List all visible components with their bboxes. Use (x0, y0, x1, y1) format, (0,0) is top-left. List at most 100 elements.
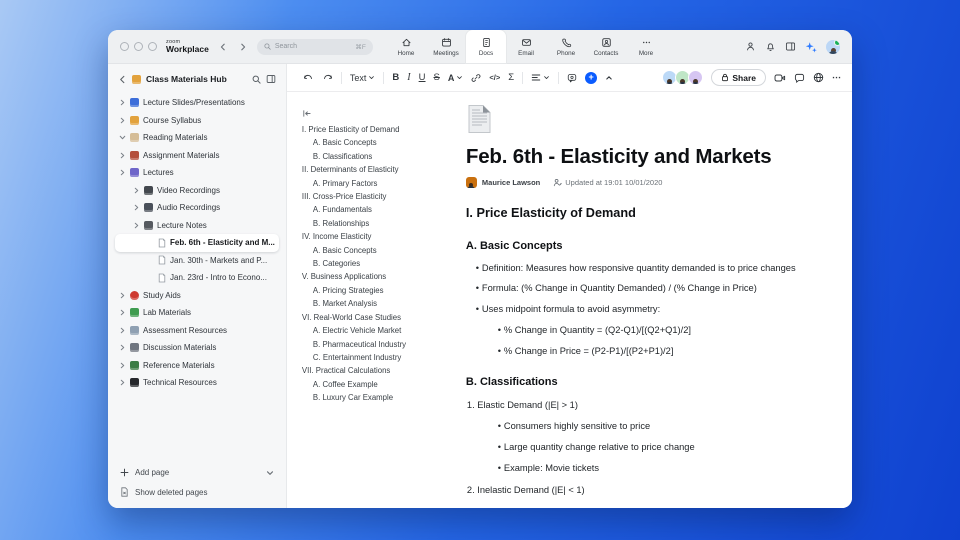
tree-item[interactable]: Video Recordings (115, 182, 279, 200)
doc-paragraph[interactable]: • Definition: Measures how responsive qua… (466, 263, 810, 273)
comment-icon[interactable] (567, 73, 577, 83)
outline-item[interactable]: B. Market Analysis (302, 297, 452, 310)
profile-icon[interactable] (745, 41, 756, 52)
chevron-down-icon[interactable] (266, 469, 274, 477)
nav-back-icon[interactable] (219, 43, 227, 51)
window-controls[interactable] (108, 42, 157, 51)
tree-item[interactable]: Lecture Slides/Presentations (115, 94, 279, 112)
outline-item[interactable]: III. Cross-Price Elasticity (302, 190, 452, 203)
outline-item[interactable]: A. Basic Concepts (302, 136, 452, 149)
more-options-icon[interactable]: ⋯ (832, 72, 842, 83)
redo-icon[interactable] (322, 73, 333, 83)
outline-item[interactable]: A. Fundamentals (302, 203, 452, 216)
bold-button[interactable]: B (392, 72, 399, 83)
chevron-right-icon[interactable] (132, 222, 140, 229)
chevron-right-icon[interactable] (118, 362, 126, 369)
collaborator-avatars[interactable] (662, 70, 704, 85)
sidebar-panel-icon[interactable] (266, 74, 276, 84)
document-title[interactable]: Feb. 6th - Elasticity and Markets (466, 145, 810, 169)
side-panel-icon[interactable] (785, 41, 796, 52)
outline-item[interactable]: A. Pricing Strategies (302, 284, 452, 297)
chevron-right-icon[interactable] (118, 309, 126, 316)
globe-icon[interactable] (813, 72, 824, 83)
chevron-right-icon[interactable] (118, 152, 126, 159)
doc-paragraph[interactable]: • Example: Movie tickets (466, 463, 810, 473)
outline-item[interactable]: B. Relationships (302, 217, 452, 230)
strikethrough-button[interactable]: S (434, 72, 440, 83)
doc-paragraph[interactable]: 1. Elastic Demand (|E| > 1) (466, 400, 810, 410)
equation-icon[interactable]: Σ (508, 72, 514, 83)
sidebar-search-icon[interactable] (252, 75, 261, 84)
outline-item[interactable]: A. Coffee Example (302, 378, 452, 391)
doc-paragraph[interactable]: •% Change in Quantity = (Q2-Q1)/[(Q2+Q1)… (466, 325, 810, 335)
text-color-dropdown[interactable]: A (448, 73, 464, 83)
chevron-right-icon[interactable] (132, 187, 140, 194)
tree-item[interactable]: Reference Materials (115, 357, 279, 375)
doc-paragraph[interactable]: 2. Inelastic Demand (|E| < 1) (466, 485, 810, 495)
chevron-right-icon[interactable] (118, 169, 126, 176)
chevron-right-icon[interactable] (118, 327, 126, 334)
outline-item[interactable]: A. Electric Vehicle Market (302, 324, 452, 337)
tree-item-selected[interactable]: Feb. 6th - Elasticity and M... (115, 234, 279, 252)
tree-item[interactable]: Assessment Resources (115, 322, 279, 340)
add-page-button[interactable]: Add page (120, 468, 274, 477)
outline-item[interactable]: IV. Income Elasticity (302, 230, 452, 243)
doc-paragraph[interactable]: • Consumers highly sensitive to price (466, 421, 810, 431)
tree-item[interactable]: Discussion Materials (115, 339, 279, 357)
notifications-bell-icon[interactable] (765, 41, 776, 52)
collapse-toolbar-icon[interactable] (605, 74, 613, 82)
chevron-right-icon[interactable] (118, 344, 126, 351)
tree-item[interactable]: Study Aids (115, 287, 279, 305)
chevron-right-icon[interactable] (118, 99, 126, 106)
tree-item[interactable]: Jan. 23rd - Intro to Econo... (115, 269, 279, 287)
insert-block-button[interactable]: + (585, 71, 598, 84)
outline-item[interactable]: B. Classifications (302, 150, 452, 163)
tree-item[interactable]: Lecture Notes (115, 217, 279, 235)
doc-heading[interactable]: B. Classifications (466, 376, 810, 388)
tree-item[interactable]: Jan. 30th - Markets and P... (115, 252, 279, 270)
tree-item[interactable]: Audio Recordings (115, 199, 279, 217)
tree-item[interactable]: Lectures (115, 164, 279, 182)
outline-item[interactable]: I. Price Elasticity of Demand (302, 123, 452, 136)
nav-forward-icon[interactable] (239, 43, 247, 51)
doc-heading[interactable]: I. Price Elasticity of Demand (466, 206, 810, 220)
doc-paragraph[interactable]: •% Change in Price = (P2-P1)/[(P2+P1)/2] (466, 346, 810, 356)
italic-button[interactable]: I (407, 72, 410, 83)
tab-contacts[interactable]: Contacts (586, 30, 626, 63)
text-style-dropdown[interactable]: Text (350, 73, 376, 83)
chevron-right-icon[interactable] (118, 292, 126, 299)
outline-item[interactable]: B. Pharmaceutical Industry (302, 338, 452, 351)
tab-more[interactable]: More (626, 30, 666, 63)
ai-companion-icon[interactable] (805, 41, 817, 53)
code-icon[interactable]: </> (489, 73, 500, 82)
video-call-icon[interactable] (774, 73, 786, 83)
collapse-outline-icon[interactable] (302, 109, 311, 118)
outline-item[interactable]: A. Basic Concepts (302, 244, 452, 257)
underline-button[interactable]: U (419, 72, 426, 83)
outline-item[interactable]: B. Categories (302, 257, 452, 270)
global-search-input[interactable]: Search ⌘F (256, 38, 373, 55)
sidebar-back-icon[interactable] (118, 75, 127, 84)
tab-meetings[interactable]: Meetings (426, 30, 466, 63)
outline-item[interactable]: A. Primary Factors (302, 177, 452, 190)
chevron-right-icon[interactable] (132, 204, 140, 211)
chevron-down-icon[interactable] (118, 134, 126, 141)
share-button[interactable]: Share (711, 69, 766, 86)
tree-item[interactable]: Assignment Materials (115, 147, 279, 165)
document-content[interactable]: Feb. 6th - Elasticity and Markets Mauric… (456, 92, 852, 508)
minimize-window-icon[interactable] (134, 42, 143, 51)
chat-icon[interactable] (794, 73, 805, 83)
outline-item[interactable]: B. Luxury Car Example (302, 391, 452, 404)
outline-item[interactable]: VI. Real-World Case Studies (302, 311, 452, 324)
chevron-right-icon[interactable] (118, 379, 126, 386)
link-icon[interactable] (471, 73, 481, 83)
outline-item[interactable]: C. Entertainment Industry (302, 351, 452, 364)
doc-heading[interactable]: A. Basic Concepts (466, 240, 810, 252)
tree-item[interactable]: Course Syllabus (115, 112, 279, 130)
close-window-icon[interactable] (120, 42, 129, 51)
maximize-window-icon[interactable] (148, 42, 157, 51)
tree-item[interactable]: Reading Materials (115, 129, 279, 147)
undo-icon[interactable] (303, 73, 314, 83)
list-format-dropdown[interactable] (531, 73, 550, 82)
show-deleted-pages-button[interactable]: Show deleted pages (120, 487, 274, 497)
